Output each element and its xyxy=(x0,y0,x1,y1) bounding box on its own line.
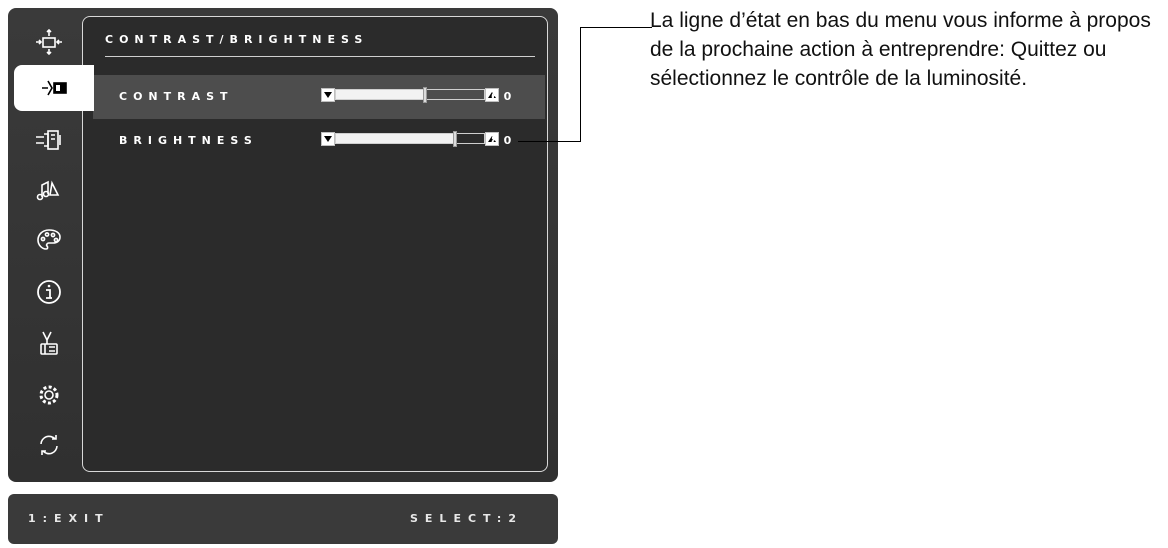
slider-empty xyxy=(455,133,485,144)
color-adjust-icon[interactable] xyxy=(18,218,80,262)
title-divider xyxy=(105,56,535,57)
osd-sidebar xyxy=(8,8,94,482)
brightness-row[interactable]: BRIGHTNESS 80 xyxy=(93,119,545,163)
callout-leader-top xyxy=(580,27,652,28)
callout-leader-vertical xyxy=(580,27,581,142)
decrease-arrow-icon[interactable] xyxy=(321,88,335,102)
manual-image-adjust-icon[interactable] xyxy=(18,321,80,365)
status-bar: 1:EXIT SELECT:2 xyxy=(8,494,558,544)
memory-recall-icon[interactable] xyxy=(18,423,80,467)
callout-leader xyxy=(518,141,580,142)
slider-empty xyxy=(425,89,485,100)
callout-text: La ligne d’état en bas du menu vous info… xyxy=(650,9,1151,90)
menu-title: CONTRAST/BRIGHTNESS xyxy=(105,33,369,46)
setup-menu-icon[interactable] xyxy=(18,373,80,417)
osd-content-panel: CONTRAST/BRIGHTNESS CONTRAST 60 BRIGHTNE… xyxy=(82,16,548,472)
audio-adjust-icon[interactable] xyxy=(18,168,80,212)
contrast-value: 60 xyxy=(491,90,517,103)
input-select-icon[interactable] xyxy=(18,118,80,162)
exit-hint: 1:EXIT xyxy=(28,512,110,525)
information-icon[interactable] xyxy=(18,270,80,314)
slider-thumb[interactable] xyxy=(423,87,427,103)
slider-fill xyxy=(335,133,455,144)
contrast-label: CONTRAST xyxy=(119,90,234,103)
auto-adjust-icon[interactable] xyxy=(18,20,80,64)
contrast-row[interactable]: CONTRAST 60 xyxy=(93,75,545,119)
decrease-arrow-icon[interactable] xyxy=(321,132,335,146)
slider-fill xyxy=(335,89,425,100)
contrast-brightness-icon[interactable] xyxy=(14,65,94,111)
osd-menu: CONTRAST/BRIGHTNESS CONTRAST 60 BRIGHTNE… xyxy=(8,8,558,482)
slider-thumb[interactable] xyxy=(453,131,457,147)
select-hint: SELECT:2 xyxy=(410,512,523,525)
brightness-label: BRIGHTNESS xyxy=(119,134,258,147)
brightness-value: 80 xyxy=(491,134,517,147)
